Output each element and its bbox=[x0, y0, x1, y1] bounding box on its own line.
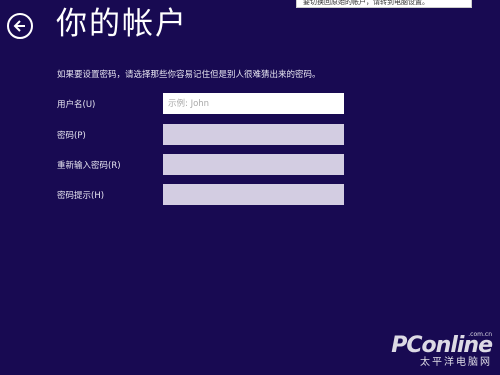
confirm-password-input[interactable] bbox=[163, 154, 344, 175]
password-hint-row: 密码提示(H) bbox=[57, 184, 357, 205]
username-label: 用户名(U) bbox=[57, 100, 96, 110]
password-input[interactable] bbox=[163, 124, 344, 145]
back-button[interactable] bbox=[7, 13, 33, 39]
watermark-logo: PConline .com.cn 太平洋电脑网 bbox=[391, 331, 493, 369]
watermark-subtitle: 太平洋电脑网 bbox=[420, 357, 492, 368]
password-hint-label: 密码提示(H) bbox=[57, 191, 105, 201]
back-arrow-icon bbox=[13, 20, 25, 32]
page-title: 你的帐户 bbox=[56, 6, 188, 42]
confirm-password-label: 重新输入密码(R) bbox=[57, 161, 121, 171]
password-row: 密码(P) bbox=[57, 124, 357, 145]
watermark-domain: .com.cn bbox=[468, 331, 492, 338]
password-label: 密码(P) bbox=[57, 131, 86, 141]
watermark-brand: PConline bbox=[391, 333, 493, 358]
confirm-password-row: 重新输入密码(R) bbox=[57, 154, 357, 175]
password-hint-input[interactable] bbox=[163, 184, 344, 205]
tooltip: 要切换回原始的帐户，请转到电脑设置。 bbox=[296, 0, 472, 8]
username-input[interactable] bbox=[163, 93, 344, 114]
username-row: 用户名(U) bbox=[57, 93, 357, 114]
instruction-text: 如果要设置密码，请选择那些你容易记住但是别人很难猜出来的密码。 bbox=[57, 70, 321, 80]
